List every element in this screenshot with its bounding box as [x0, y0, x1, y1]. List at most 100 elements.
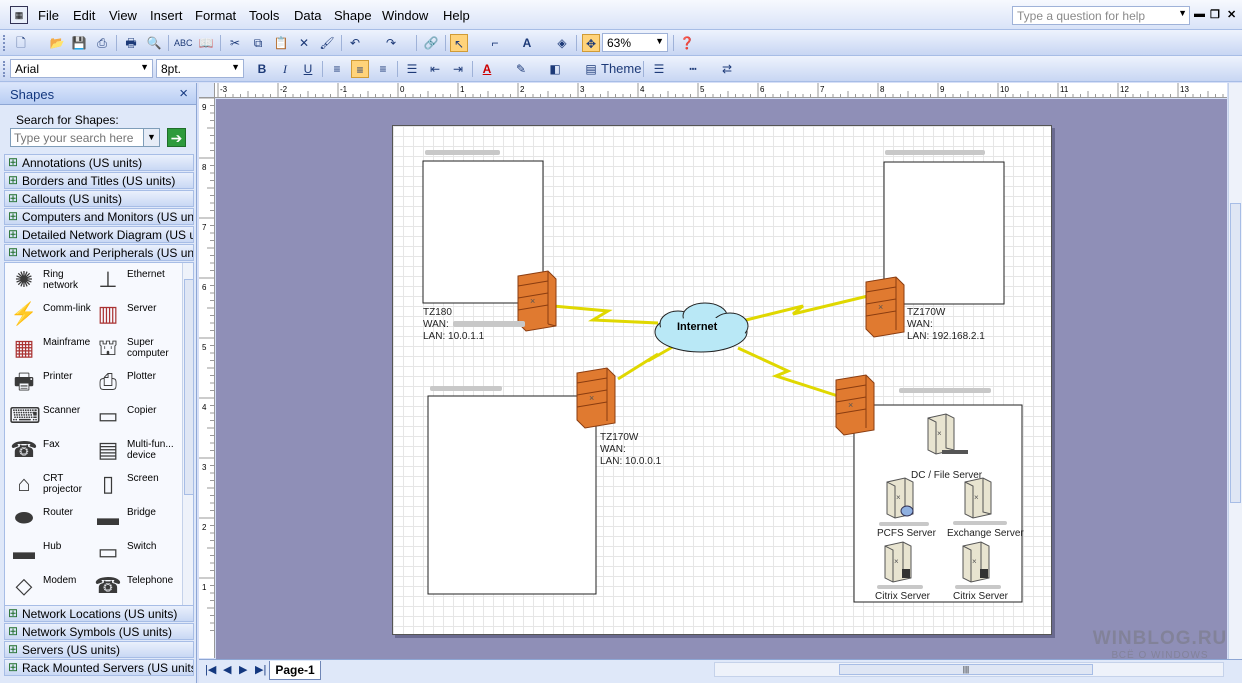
- first-page-icon[interactable]: |◀: [205, 663, 216, 676]
- menu-tools[interactable]: Tools: [249, 8, 279, 23]
- connector-tool-icon[interactable]: ⌐: [486, 34, 504, 52]
- stencil-computers-monitors[interactable]: Computers and Monitors (US units): [4, 208, 194, 225]
- shape-list-scrollbar[interactable]: [182, 263, 193, 606]
- search-input[interactable]: [10, 128, 160, 147]
- site-box-tz170-bottom[interactable]: [427, 395, 597, 595]
- align-left-icon[interactable]: ≡: [328, 60, 346, 78]
- font-size-select[interactable]: 8pt. ▼: [156, 59, 244, 78]
- link-tz170-right-internet[interactable]: [737, 294, 869, 324]
- menu-shape[interactable]: Shape: [334, 8, 372, 23]
- pan-zoom-icon[interactable]: ✥: [582, 34, 600, 52]
- chevron-down-icon[interactable]: ▼: [655, 36, 664, 46]
- redo-icon[interactable]: ↷: [382, 34, 400, 52]
- shape-ring-network[interactable]: ✺ Ring network: [5, 263, 91, 297]
- shape-bridge[interactable]: ▬ Bridge: [89, 501, 175, 535]
- vertical-ruler[interactable]: 9 8 7 6 5 4 3 2 1: [199, 98, 215, 658]
- shapes-icon[interactable]: ◈: [553, 34, 571, 52]
- shape-router[interactable]: ⬬ Router: [5, 501, 91, 535]
- citrix-server-1[interactable]: ×: [884, 541, 912, 583]
- menu-format[interactable]: Format: [195, 8, 236, 23]
- last-page-icon[interactable]: ▶|: [255, 663, 266, 676]
- shape-copier[interactable]: ▭ Copier: [89, 399, 175, 433]
- tab-page-1[interactable]: Page-1: [269, 661, 321, 680]
- fill-color-icon[interactable]: ◧: [546, 60, 564, 78]
- chevron-down-icon[interactable]: ▼: [1178, 8, 1187, 18]
- align-center-icon[interactable]: ≡: [351, 60, 369, 78]
- shape-fax[interactable]: ☎ Fax: [5, 433, 91, 467]
- internet-cloud[interactable]: Internet: [654, 302, 749, 353]
- shape-server[interactable]: ▥ Server: [89, 297, 175, 331]
- toolbar-grip[interactable]: [3, 61, 6, 77]
- pcfs-server[interactable]: ×: [886, 477, 914, 519]
- close-icon[interactable]: ✕: [1227, 8, 1236, 21]
- menu-window[interactable]: Window: [382, 8, 428, 23]
- scrollbar-thumb[interactable]: |||: [839, 664, 1093, 675]
- print-preview-icon[interactable]: 🔍: [145, 34, 163, 52]
- line-ends-icon[interactable]: ⇄: [718, 60, 736, 78]
- shape-scanner[interactable]: ⌨ Scanner: [5, 399, 91, 433]
- help-search-input[interactable]: Type a question for help ▼: [1012, 6, 1190, 25]
- theme-icon[interactable]: ▤: [582, 60, 600, 78]
- shape-multifunction[interactable]: ▤ Multi-fun... device: [89, 433, 175, 467]
- next-page-icon[interactable]: ▶: [239, 663, 247, 676]
- stencil-network-peripherals[interactable]: Network and Peripherals (US units): [4, 244, 194, 261]
- drawing-workspace[interactable]: Internet × × × × TZ180 WAN: LAN: 10.0.1.…: [216, 99, 1227, 659]
- menu-edit[interactable]: Edit: [73, 8, 95, 23]
- chevron-down-icon[interactable]: ▼: [140, 62, 149, 72]
- chevron-down-icon[interactable]: ▼: [231, 62, 240, 72]
- shape-ethernet[interactable]: ⊥ Ethernet: [89, 263, 175, 297]
- prev-page-icon[interactable]: ◀: [223, 663, 231, 676]
- ruler-corner[interactable]: [199, 83, 215, 98]
- close-icon[interactable]: ×: [179, 85, 188, 102]
- menu-file[interactable]: File: [38, 8, 59, 23]
- link-tz180-internet[interactable]: [552, 304, 659, 325]
- toolbar-grip[interactable]: [3, 35, 6, 51]
- decrease-indent-icon[interactable]: ⇤: [426, 60, 444, 78]
- shape-modem[interactable]: ◇ Modem: [5, 569, 91, 603]
- menu-insert[interactable]: Insert: [150, 8, 183, 23]
- scrollbar-thumb[interactable]: [1230, 203, 1241, 503]
- stencil-detailed-network[interactable]: Detailed Network Diagram (US un...: [4, 226, 194, 243]
- increase-indent-icon[interactable]: ⇥: [449, 60, 467, 78]
- shape-plotter[interactable]: ⎙ Plotter: [89, 365, 175, 399]
- firewall-server-site-icon[interactable]: ×: [835, 374, 875, 436]
- minimize-icon[interactable]: ▬: [1194, 8, 1205, 20]
- horizontal-ruler[interactable]: -3 -2 -1 0 1 2 3 4 5 6 7 8 9 10 11 12 13: [215, 83, 1227, 98]
- shape-comm-link[interactable]: ⚡ Comm-link: [5, 297, 91, 331]
- cut-icon[interactable]: ✂: [226, 34, 244, 52]
- format-painter-icon[interactable]: 🖌: [318, 34, 336, 52]
- align-right-icon[interactable]: ≡: [374, 60, 392, 78]
- zoom-select[interactable]: 63% ▼: [602, 33, 668, 52]
- copy-icon[interactable]: ⧉: [249, 34, 267, 52]
- firewall-tz170-bottom-icon[interactable]: ×: [576, 367, 616, 429]
- text-tool-icon[interactable]: A: [518, 34, 536, 52]
- citrix-server-2[interactable]: ×: [962, 541, 990, 583]
- paste-icon[interactable]: 📋: [272, 34, 290, 52]
- shape-screen[interactable]: ▯ Screen: [89, 467, 175, 501]
- spelling-icon[interactable]: ABC: [174, 34, 193, 52]
- stencil-callouts[interactable]: Callouts (US units): [4, 190, 194, 207]
- scrollbar-thumb[interactable]: [184, 279, 193, 495]
- stencil-annotations[interactable]: Annotations (US units): [4, 154, 194, 171]
- print-icon[interactable]: 🖶: [122, 34, 140, 52]
- link-server-site-internet[interactable]: [737, 346, 839, 398]
- menu-data[interactable]: Data: [294, 8, 321, 23]
- shape-switch[interactable]: ▭ Switch: [89, 535, 175, 569]
- menu-help[interactable]: Help: [443, 8, 470, 23]
- vertical-scrollbar[interactable]: [1228, 83, 1242, 661]
- restore-icon[interactable]: ❐: [1210, 8, 1220, 21]
- theme-button[interactable]: Theme: [601, 61, 641, 76]
- save-icon[interactable]: 💾: [70, 34, 88, 52]
- stencil-borders-titles[interactable]: Borders and Titles (US units): [4, 172, 194, 189]
- research-icon[interactable]: 📖: [197, 34, 215, 52]
- exchange-server[interactable]: ×: [964, 477, 992, 519]
- undo-icon[interactable]: ↶: [346, 34, 364, 52]
- drawing-page[interactable]: Internet × × × × TZ180 WAN: LAN: 10.0.1.…: [392, 125, 1052, 635]
- shape-mainframe[interactable]: ▦ Mainframe: [5, 331, 91, 365]
- hyperlink-icon[interactable]: 🔗: [422, 34, 440, 52]
- shape-hub[interactable]: ▬ Hub: [5, 535, 91, 569]
- font-color-icon[interactable]: A: [478, 60, 496, 78]
- bullets-icon[interactable]: ☰: [403, 60, 421, 78]
- open-folder-icon[interactable]: 📂: [48, 34, 66, 52]
- underline-icon[interactable]: U: [299, 60, 317, 78]
